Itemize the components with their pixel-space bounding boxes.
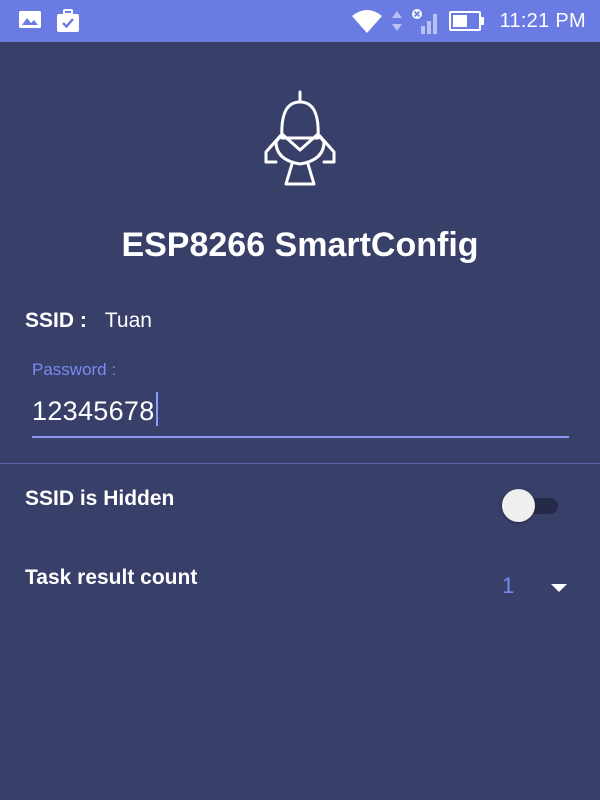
data-arrows-icon <box>391 7 403 35</box>
password-field[interactable]: Password : 12345678 <box>32 360 569 440</box>
notification-icons <box>18 9 80 33</box>
briefcase-check-icon <box>56 9 80 33</box>
app-title: ESP8266 SmartConfig <box>121 226 479 264</box>
status-time: 11:21 PM <box>499 9 586 32</box>
password-label: Password : <box>32 360 117 379</box>
ssid-label: SSID : <box>25 309 87 332</box>
wifi-icon <box>351 7 383 35</box>
app-screen: 11:21 PM ESP8266 SmartConfig SSID : Tuan… <box>0 0 600 800</box>
battery-icon <box>449 9 485 33</box>
ssid-hidden-label: SSID is Hidden <box>25 487 175 510</box>
switch-thumb[interactable] <box>502 489 535 522</box>
task-result-count-label: Task result count <box>25 566 198 589</box>
task-result-count-dropdown[interactable]: 1 <box>494 570 574 600</box>
task-result-count-value: 1 <box>502 573 515 598</box>
password-underline <box>32 436 569 438</box>
system-icons: 11:21 PM <box>351 6 586 36</box>
text-caret <box>155 392 158 426</box>
ssid-hidden-switch[interactable] <box>502 488 558 522</box>
gallery-icon <box>18 9 42 33</box>
ssid-row: SSID : Tuan <box>25 309 152 333</box>
status-bar: 11:21 PM <box>0 0 600 42</box>
smartconfig-logo-icon <box>262 90 338 196</box>
section-divider <box>0 463 600 464</box>
ssid-value: Tuan <box>104 309 152 332</box>
no-signal-icon <box>411 6 441 36</box>
password-value: 12345678 <box>32 396 155 426</box>
dropdown-arrow-icon[interactable] <box>550 580 568 598</box>
password-input[interactable]: 12345678 <box>32 392 158 427</box>
